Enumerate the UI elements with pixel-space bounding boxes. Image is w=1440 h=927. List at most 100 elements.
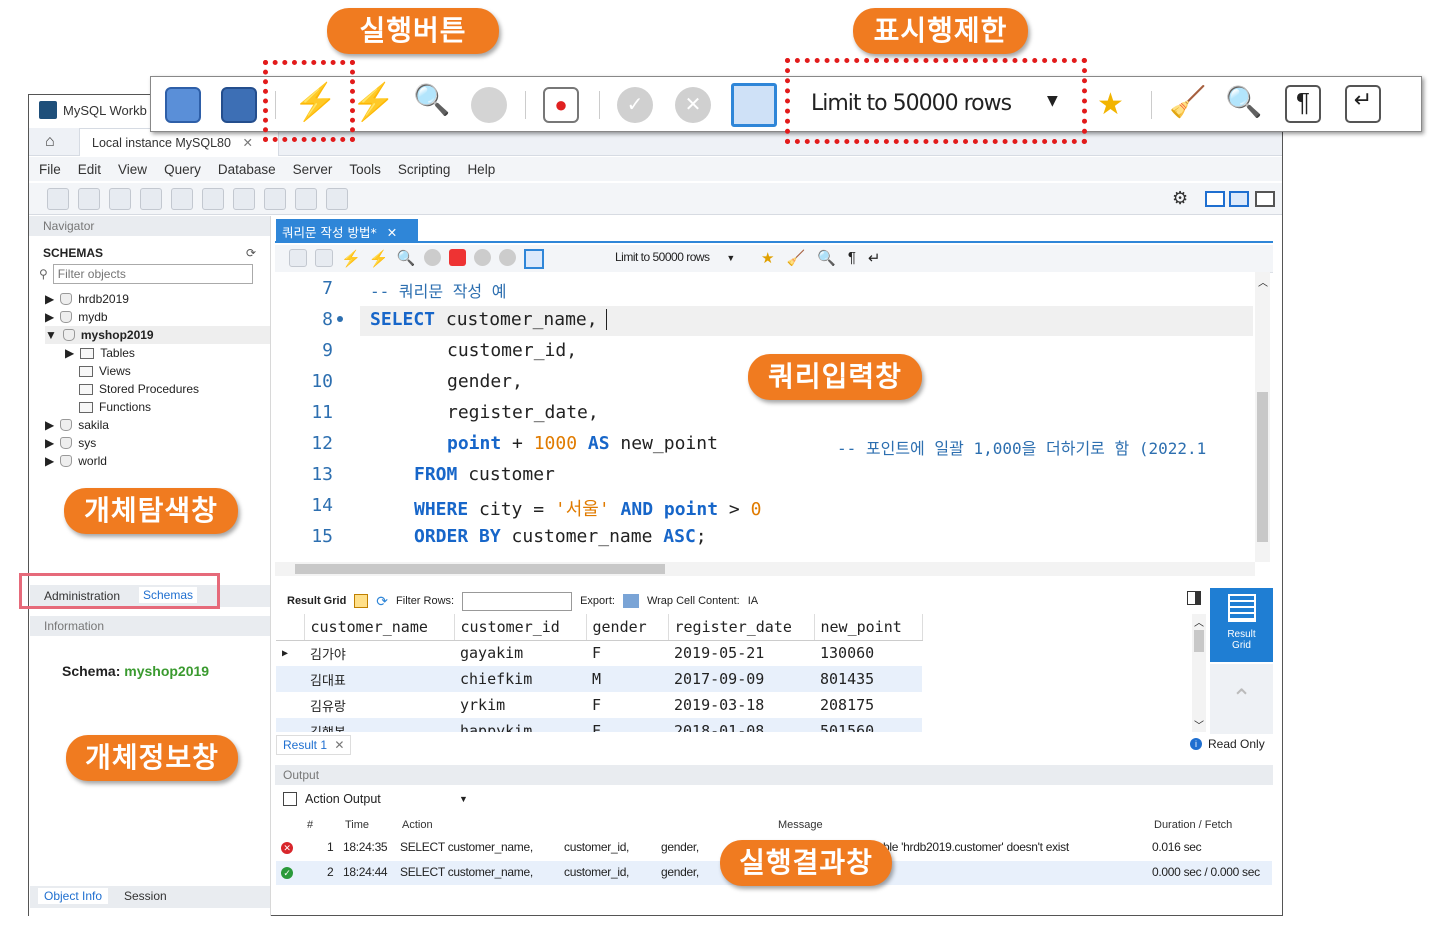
schema-world[interactable]: ▶ world bbox=[45, 452, 270, 470]
table-cell[interactable]: 김행복 bbox=[304, 718, 454, 733]
table-cell[interactable]: F bbox=[586, 718, 668, 732]
search-table-data-icon[interactable] bbox=[295, 188, 317, 210]
table-cell[interactable]: 김가야 bbox=[304, 640, 454, 666]
new-sql-tab-icon[interactable] bbox=[47, 188, 69, 210]
create-table-icon[interactable] bbox=[171, 188, 193, 210]
add-snippet-icon[interactable]: ★ bbox=[761, 249, 774, 267]
table-cell[interactable]: 130060 bbox=[814, 640, 922, 666]
create-function-icon[interactable] bbox=[264, 188, 286, 210]
expand-arrow-icon[interactable]: ▶ bbox=[45, 292, 54, 306]
query-tab[interactable]: 쿼리문 작성 방법* ✕ bbox=[276, 219, 418, 242]
refresh-schemas-icon[interactable]: ⟳ bbox=[246, 246, 256, 260]
table-cell[interactable]: 2018-01-08 bbox=[668, 718, 814, 732]
filter-rows-input[interactable] bbox=[462, 591, 573, 611]
scroll-thumb[interactable] bbox=[1194, 630, 1204, 652]
table-cell[interactable]: F bbox=[586, 692, 668, 718]
menu-database[interactable]: Database bbox=[218, 162, 276, 177]
table-cell[interactable]: gayakim bbox=[454, 640, 586, 666]
table-row[interactable]: 김유랑 yrkim F 2019-03-18 208175 bbox=[276, 692, 922, 718]
toggle-error-icon[interactable] bbox=[448, 249, 466, 266]
column-header[interactable]: new_point bbox=[814, 614, 923, 641]
settings-gear-icon[interactable]: ⚙ bbox=[1172, 188, 1188, 209]
column-header[interactable]: register_date bbox=[668, 614, 815, 641]
menu-help[interactable]: Help bbox=[467, 162, 495, 177]
expand-arrow-icon[interactable]: ▶ bbox=[45, 436, 54, 450]
expand-arrow-icon[interactable]: ▶ bbox=[45, 418, 54, 432]
toggle-output-icon[interactable] bbox=[1229, 191, 1249, 207]
schema-sakila[interactable]: ▶ sakila bbox=[45, 416, 270, 434]
toggle-sidebar-icon[interactable] bbox=[1205, 191, 1225, 207]
execute-current-icon[interactable]: ⚡ bbox=[369, 249, 389, 269]
filter-objects-input[interactable] bbox=[52, 264, 253, 284]
schema-mydb[interactable]: ▶ mydb bbox=[45, 308, 270, 326]
menu-edit[interactable]: Edit bbox=[78, 162, 101, 177]
menu-query[interactable]: Query bbox=[164, 162, 201, 177]
copy-icon[interactable] bbox=[283, 792, 297, 806]
close-tab-icon[interactable]: ✕ bbox=[334, 738, 344, 752]
table-cell[interactable]: 2017-09-09 bbox=[668, 666, 814, 692]
schema-myshop2019[interactable]: ▼ myshop2019 bbox=[45, 326, 270, 344]
open-file-icon[interactable] bbox=[289, 249, 307, 267]
inspector-icon[interactable] bbox=[109, 188, 131, 210]
expand-arrow-icon[interactable]: ▶ bbox=[45, 454, 54, 468]
invisible-chars-icon[interactable]: ¶ bbox=[1285, 85, 1321, 123]
horizontal-scrollbar[interactable] bbox=[275, 562, 1255, 576]
commit-icon[interactable] bbox=[473, 249, 491, 266]
scroll-up-icon[interactable]: ︿ bbox=[1258, 274, 1268, 289]
collapse-arrow-icon[interactable]: ▼ bbox=[45, 328, 57, 342]
table-cell[interactable]: chiefkim bbox=[454, 666, 586, 692]
column-header[interactable]: customer_id bbox=[454, 614, 587, 641]
menu-scripting[interactable]: Scripting bbox=[398, 162, 451, 177]
table-cell[interactable]: M bbox=[586, 666, 668, 692]
toggle-secondary-sidebar-icon[interactable] bbox=[1255, 191, 1275, 207]
output-selector[interactable]: Action Output ▼ bbox=[283, 792, 468, 806]
table-cell[interactable]: 501560 bbox=[814, 718, 922, 732]
limit-rows-select[interactable]: Limit to 50000 rows ▼ bbox=[615, 250, 735, 264]
table-cell[interactable]: 2019-03-18 bbox=[668, 692, 814, 718]
word-wrap-icon[interactable]: ↵ bbox=[1345, 85, 1381, 123]
explain-icon[interactable]: 🔍 bbox=[397, 249, 416, 269]
close-tab-icon[interactable]: ✕ bbox=[387, 225, 397, 240]
stop-icon[interactable] bbox=[471, 87, 507, 123]
create-schema-icon[interactable] bbox=[140, 188, 162, 210]
expand-arrow-icon[interactable]: ▶ bbox=[45, 310, 54, 324]
open-folder-icon[interactable] bbox=[165, 87, 201, 123]
result-grid-side-button[interactable]: Result Grid bbox=[1210, 588, 1273, 662]
open-sql-script-icon[interactable] bbox=[78, 188, 100, 210]
chevron-icon[interactable]: ⌃ bbox=[1231, 685, 1251, 712]
rollback-icon[interactable]: ✕ bbox=[675, 87, 711, 123]
table-cell[interactable]: F bbox=[586, 640, 668, 666]
expand-arrow-icon[interactable]: ▶ bbox=[65, 346, 74, 360]
autocommit-icon[interactable] bbox=[523, 249, 544, 269]
table-row[interactable]: 김행복 happykim F 2018-01-08 501560 bbox=[276, 718, 922, 732]
table-cell[interactable]: yrkim bbox=[454, 692, 586, 718]
result-tab[interactable]: Result 1 ✕ bbox=[276, 735, 352, 755]
menu-tools[interactable]: Tools bbox=[349, 162, 381, 177]
query-editor[interactable]: 7 8 9 10 11 12 13 14 15 -- 쿼리문 작성 예 SELE… bbox=[275, 272, 1270, 576]
tree-functions[interactable]: Functions bbox=[45, 398, 270, 416]
rollback-icon[interactable] bbox=[498, 249, 516, 266]
menu-file[interactable]: File bbox=[39, 162, 61, 177]
invisible-chars-icon[interactable]: ¶ bbox=[848, 249, 856, 267]
schema-hrdb2019[interactable]: ▶ hrdb2019 bbox=[45, 290, 270, 308]
vertical-scrollbar[interactable]: ︿ bbox=[1255, 272, 1270, 562]
home-icon[interactable]: ⌂ bbox=[45, 133, 55, 151]
tree-tables[interactable]: ▶ Tables bbox=[45, 344, 270, 362]
column-header[interactable]: customer_name bbox=[304, 614, 455, 641]
grid-icon[interactable] bbox=[354, 594, 369, 608]
execute-icon[interactable]: ⚡ bbox=[341, 249, 361, 269]
stop-icon[interactable] bbox=[423, 249, 441, 266]
column-header[interactable]: gender bbox=[586, 614, 669, 641]
table-row[interactable]: 김대표 chiefkim M 2017-09-09 801435 bbox=[276, 666, 922, 692]
connection-tab[interactable]: Local instance MySQL80 ✕ bbox=[79, 128, 279, 156]
table-row[interactable]: ▶ 김가야 gayakim F 2019-05-21 130060 bbox=[276, 640, 922, 666]
find-icon[interactable]: 🔍 bbox=[817, 249, 836, 267]
create-view-icon[interactable] bbox=[202, 188, 224, 210]
toggle-error-icon[interactable]: ● bbox=[543, 87, 579, 123]
close-tab-icon[interactable]: ✕ bbox=[242, 136, 252, 150]
add-snippet-icon[interactable]: ★ bbox=[1097, 87, 1124, 122]
tree-stored-procedures[interactable]: Stored Procedures bbox=[45, 380, 270, 398]
save-icon[interactable] bbox=[315, 249, 333, 267]
tree-views[interactable]: Views bbox=[45, 362, 270, 380]
toggle-panel-icon[interactable] bbox=[1187, 591, 1201, 605]
